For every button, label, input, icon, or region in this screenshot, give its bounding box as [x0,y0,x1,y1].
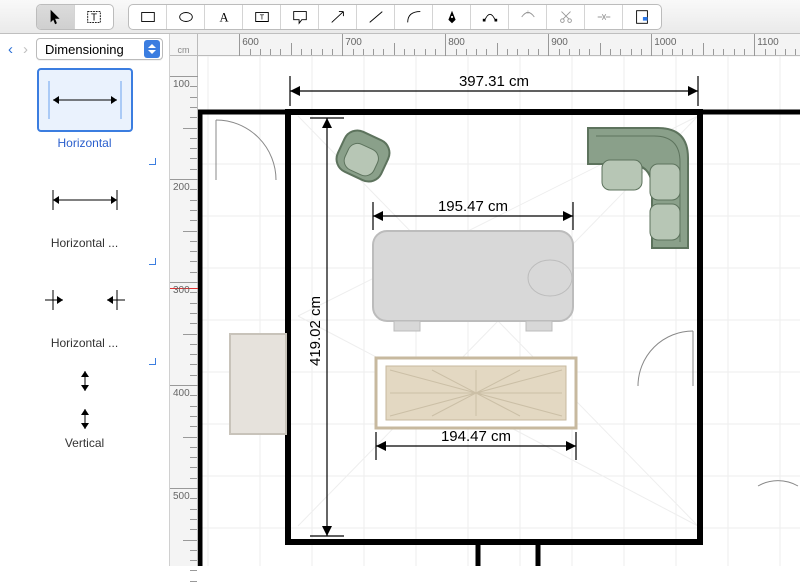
sofa [588,128,688,248]
pen-tool[interactable] [433,4,471,30]
dimension-rug-width[interactable]: 194.47 cm [376,428,576,460]
dropdown-knob-icon [144,40,160,58]
dimension-label: 397.31 cm [459,73,529,90]
corner-mark-icon [149,158,156,165]
library-item-label: Horizontal ... [10,336,159,350]
library-panel: ‹ › Dimensioning Horizontal Horizontal .… [0,34,170,566]
shape-tool-group: A T + [128,4,662,30]
armchair [332,126,394,186]
library-thumb [37,68,133,132]
library-item-horizontal-2[interactable]: Horizontal ... [10,168,159,250]
library-item-label: Horizontal ... [10,236,159,250]
note-tool[interactable] [281,4,319,30]
curve-tool[interactable] [395,4,433,30]
library-item-label: Vertical [10,436,159,450]
corner-mark-icon [149,258,156,265]
rect-tool[interactable] [129,4,167,30]
door-arc [758,481,798,486]
library-thumb [37,268,133,332]
library-item-vertical[interactable]: Vertical [10,368,159,450]
node-add-tool[interactable]: + [509,4,547,30]
svg-text:T: T [259,12,264,21]
nav-forward-icon[interactable]: › [21,41,30,58]
pointer-tool[interactable] [37,4,75,30]
library-item-horizontal[interactable]: Horizontal [10,68,159,150]
ruler-corner: cm [170,34,198,56]
table [373,231,573,331]
dimension-label: 194.47 cm [441,428,511,445]
library-category-dropdown[interactable]: Dimensioning [36,38,163,60]
door-arc [216,120,276,180]
dimension-label: 195.47 cm [438,198,508,215]
dropdown-label: Dimensioning [45,42,124,57]
arrow-tool[interactable] [319,4,357,30]
library-items: Horizontal Horizontal ... Horizontal ...… [0,64,169,450]
dimension-label: 419.02 cm [307,296,324,366]
dimension-room-width[interactable]: 397.31 cm [290,73,698,106]
node-edit-tool[interactable] [471,4,509,30]
library-item-label: Horizontal [10,136,159,150]
pointer-group: T [36,4,114,30]
nav-back-icon[interactable]: ‹ [6,41,15,58]
line-tool[interactable] [357,4,395,30]
scissors-tool[interactable] [547,4,585,30]
door-arc [638,331,693,386]
vertical-ruler[interactable]: 100200300400500 [170,56,198,566]
dimension-table-width[interactable]: 195.47 cm [373,198,573,230]
ellipse-tool[interactable] [167,4,205,30]
text-frame-tool[interactable]: T [75,4,113,30]
library-thumb [37,368,133,432]
library-thumb [37,168,133,232]
top-toolbar: T A T + [0,0,800,34]
rug [376,358,576,428]
corner-mark-icon [149,358,156,365]
dimension-room-height[interactable]: 419.02 cm [307,118,344,536]
page-tool[interactable] [623,4,661,30]
text-tool[interactable]: A [205,4,243,30]
ruler-unit: cm [178,45,190,55]
svg-text:A: A [219,10,228,24]
library-item-horizontal-3[interactable]: Horizontal ... [10,268,159,350]
break-tool[interactable] [585,4,623,30]
sideboard [230,334,286,434]
svg-text:+: + [525,8,529,16]
horizontal-ruler[interactable]: 60070080090010001100 [198,34,800,56]
svg-text:T: T [91,12,97,23]
library-nav: ‹ › Dimensioning [0,34,169,64]
textbox-tool[interactable]: T [243,4,281,30]
drawing-canvas[interactable]: 397.31 cm 419.02 cm 195.47 cm 194.47 cm [198,56,800,566]
